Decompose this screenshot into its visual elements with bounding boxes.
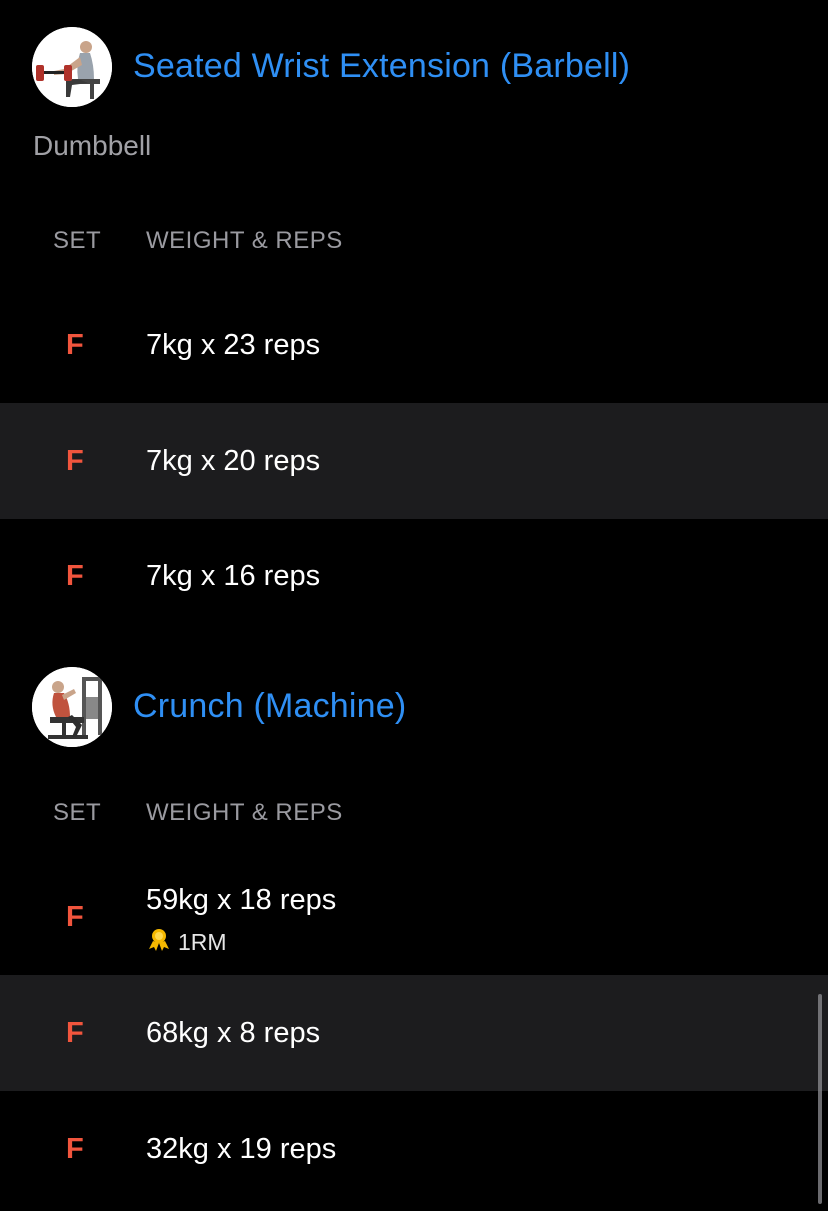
exercise-header[interactable]: Seated Wrist Extension (Barbell) [0,27,828,107]
exercise-title[interactable]: Crunch (Machine) [133,687,406,726]
exercise-title[interactable]: Seated Wrist Extension (Barbell) [133,47,630,86]
set-column-header: SET [53,227,102,254]
set-weight-reps: 32kg x 19 reps [146,1133,337,1165]
set-type-label: F [66,1017,84,1049]
seated-wrist-extension-illustration-icon[interactable] [32,27,112,107]
set-row[interactable]: F 59kg x 18 reps 1RM [0,859,828,975]
weight-reps-column-header: WEIGHT & REPS [146,227,343,254]
set-type-label: F [66,1133,84,1165]
set-row[interactable]: F 32kg x 19 reps [0,1091,828,1211]
set-row[interactable]: F 7kg x 20 reps [0,403,828,519]
set-weight-reps: 7kg x 16 reps [146,560,321,592]
set-type-label: F [66,445,84,477]
set-row[interactable]: F 7kg x 16 reps [0,519,828,635]
set-column-header: SET [53,799,102,826]
medal-icon [146,926,172,958]
exercise-header[interactable]: Crunch (Machine) [0,667,828,747]
set-row[interactable]: F 68kg x 8 reps [0,975,828,1091]
scrollbar[interactable] [818,994,822,1204]
set-type-label: F [66,560,84,592]
personal-record-badge: 1RM [146,926,227,958]
machine-crunch-illustration-icon[interactable] [32,667,112,747]
personal-record-label: 1RM [178,928,227,955]
set-type-label: F [66,329,84,361]
set-weight-reps: 7kg x 20 reps [146,445,321,477]
set-row[interactable]: F 7kg x 23 reps [0,288,828,404]
set-type-label: F [66,901,84,933]
workout-detail-screen: Seated Wrist Extension (Barbell) Dumbbel… [0,0,828,1211]
set-weight-reps: 59kg x 18 reps [146,884,337,916]
set-weight-reps: 68kg x 8 reps [146,1017,321,1049]
exercise-note: Dumbbell [33,130,152,161]
set-weight-reps: 7kg x 23 reps [146,329,321,361]
weight-reps-column-header: WEIGHT & REPS [146,799,343,826]
